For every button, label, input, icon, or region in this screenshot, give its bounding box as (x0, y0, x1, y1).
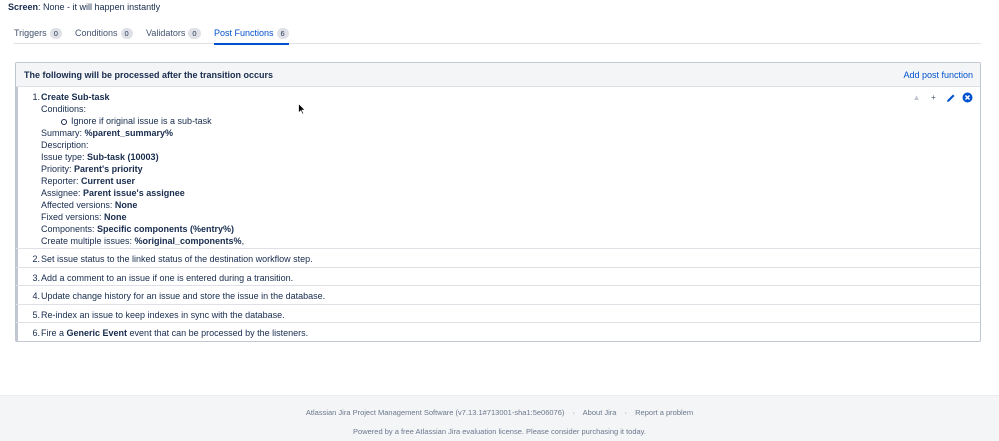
tab-triggers[interactable]: Triggers 0 (14, 28, 62, 44)
field-summary: Summary: %parent_summary% (41, 128, 174, 138)
row-actions: ▲ + (910, 91, 974, 104)
tab-count-badge: 0 (120, 28, 133, 39)
tab-conditions[interactable]: Conditions 0 (75, 28, 133, 44)
field-assignee: Assignee: Parent issue's assignee (41, 188, 185, 198)
function-text: Add a comment to an issue if one is ente… (41, 272, 294, 283)
list-item: 5. Re-index an issue to keep indexes in … (16, 305, 980, 323)
move-up-icon[interactable]: ▲ (910, 91, 923, 104)
field-reporter: Reporter: Current user (41, 176, 136, 186)
field-affected-versions: Affected versions: None (41, 200, 138, 210)
panel-title: The following will be processed after th… (24, 70, 274, 80)
tab-label: Triggers (14, 28, 47, 38)
report-problem-link[interactable]: Report a problem (635, 408, 693, 417)
screen-info: Screen: None - it will happen instantly (8, 2, 160, 12)
about-jira-link[interactable]: About Jira (583, 408, 617, 417)
function-text: Update change history for an issue and s… (41, 291, 326, 301)
mouse-cursor-icon (298, 103, 306, 115)
item-number: 2. (32, 254, 40, 264)
field-issue-type: Issue type: Sub-task (10003) (41, 152, 159, 162)
field-components: Components: Specific components (%entry%… (41, 224, 235, 234)
footer-software-version: Atlassian Jira Project Management Softwa… (305, 408, 565, 417)
list-item: 3. Add a comment to an issue if one is e… (16, 268, 980, 286)
item-number: 1. (32, 92, 40, 102)
post-function-list: 1. Create Sub-task Conditions: Ignore if… (16, 87, 980, 342)
tab-label: Validators (146, 28, 186, 38)
tab-count-badge: 0 (49, 28, 62, 39)
tab-count-badge: 6 (276, 28, 289, 39)
footer-separator: · (624, 408, 628, 417)
footer-license: Powered by a free Atlassian Jira evaluat… (353, 427, 646, 436)
add-post-function-link[interactable]: Add post function (903, 70, 973, 80)
tab-label: Conditions (75, 28, 118, 38)
list-item: 4. Update change history for an issue an… (16, 286, 980, 305)
screen-label: Screen (8, 2, 39, 12)
tab-post-functions[interactable]: Post Functions 6 (214, 28, 289, 45)
tab-count-badge: 0 (188, 28, 201, 39)
post-functions-panel: The following will be processed after th… (15, 62, 981, 342)
field-fixed-versions: Fixed versions: None (41, 212, 127, 222)
page-footer: Atlassian Jira Project Management Softwa… (0, 395, 999, 441)
list-item: 1. Create Sub-task Conditions: Ignore if… (16, 87, 980, 249)
delete-icon[interactable] (961, 91, 974, 104)
function-text: Fire a Generic Event event that can be p… (41, 328, 309, 338)
function-title: Create Sub-task (41, 92, 110, 102)
edit-icon[interactable] (944, 91, 957, 104)
footer-separator: · (572, 408, 576, 417)
panel-header: The following will be processed after th… (16, 63, 980, 87)
list-item: 6. Fire a Generic Event event that can b… (16, 323, 980, 342)
tab-validators[interactable]: Validators 0 (146, 28, 201, 44)
footer-links: Atlassian Jira Project Management Softwa… (0, 408, 999, 417)
conditions-label: Conditions: (41, 104, 87, 114)
field-create-multiple: Create multiple issues: %original_compon… (41, 236, 245, 246)
function-text: Set issue status to the linked status of… (41, 254, 313, 264)
field-priority: Priority: Parent's priority (41, 164, 143, 174)
function-text: Re-index an issue to keep indexes in syn… (41, 309, 285, 320)
list-item: 2. Set issue status to the linked status… (16, 249, 980, 268)
screen-value: : None - it will happen instantly (38, 2, 161, 12)
transition-tabs: Triggers 0 Conditions 0 Validators 0 Pos… (14, 28, 981, 45)
item-number: 4. (32, 291, 40, 301)
item-number: 6. (32, 328, 40, 338)
item-number: 3. (32, 272, 40, 283)
condition-item: Ignore if original issue is a sub-task (61, 116, 212, 126)
tab-label: Post Functions (214, 28, 274, 38)
field-description: Description: (41, 140, 89, 150)
move-down-icon[interactable]: + (927, 91, 940, 104)
item-number: 5. (32, 309, 40, 320)
